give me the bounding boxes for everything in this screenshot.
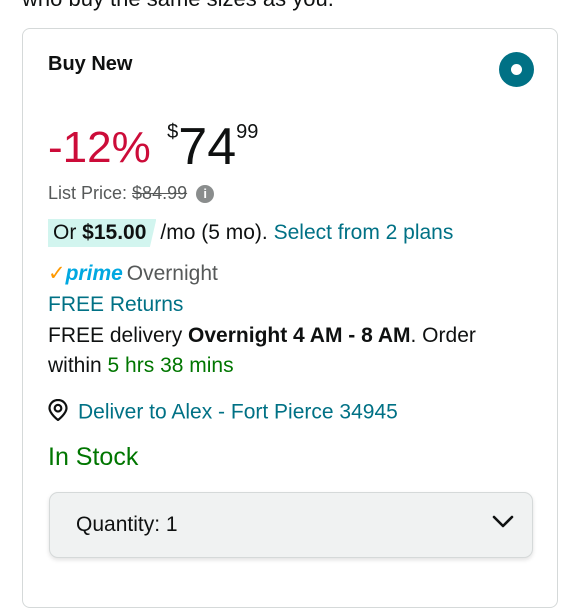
prime-badge-row: ✓prime Overnight <box>48 261 218 286</box>
offer-title: Buy New <box>48 53 133 75</box>
list-price-value: $84.99 <box>132 183 188 203</box>
monthly-payment-badge: Or $15.00 <box>48 219 157 247</box>
buy-new-offer-card[interactable]: Buy New -12% $7499 List Price: $84.99 i … <box>22 28 558 608</box>
prime-logo: ✓prime <box>48 262 123 285</box>
delivery-message: FREE delivery Overnight 4 AM - 8 AM. Ord… <box>48 321 528 381</box>
radio-selected-dot <box>511 64 522 75</box>
quantity-label-text: Quantity: <box>76 513 161 536</box>
payment-plan-row: Or $15.00/mo (5 mo). Select from 2 plans <box>48 219 453 247</box>
or-label: Or <box>53 221 77 244</box>
prime-check-icon: ✓ <box>48 262 66 285</box>
price-currency-symbol: $ <box>167 121 179 143</box>
previous-section-text: who buy the same sizes as you. <box>22 0 334 12</box>
delivery-prefix: FREE delivery <box>48 324 183 347</box>
offer-radio-button[interactable] <box>499 52 534 87</box>
deliver-to-link[interactable]: Deliver to Alex - Fort Pierce 34945 <box>48 398 398 427</box>
chevron-down-icon <box>492 515 514 534</box>
quantity-dropdown[interactable]: Quantity: 1 <box>49 492 533 558</box>
list-price: List Price: $84.99 i <box>48 183 215 204</box>
deliver-to-text: Deliver to Alex - Fort Pierce 34945 <box>78 400 398 424</box>
delivery-countdown: 5 hrs 38 mins <box>107 354 234 377</box>
monthly-amount: $15.00 <box>82 221 147 244</box>
plan-term: /mo (5 mo). <box>160 221 268 244</box>
price-fraction: 99 <box>236 121 259 143</box>
free-returns-link[interactable]: FREE Returns <box>48 293 183 317</box>
prime-service: Overnight <box>126 262 218 285</box>
current-price: $7499 <box>167 117 258 177</box>
location-pin-icon <box>48 398 68 427</box>
stock-status: In Stock <box>48 443 139 471</box>
price-row: -12% $7499 <box>48 117 258 177</box>
discount-percent: -12% <box>48 123 151 172</box>
quantity-label: Quantity: 1 <box>76 513 178 537</box>
prime-word: prime <box>65 262 123 285</box>
select-plans-link[interactable]: Select from 2 plans <box>274 221 454 244</box>
price-whole: 74 <box>178 118 237 176</box>
list-price-label: List Price: <box>48 183 128 203</box>
delivery-window: Overnight 4 AM - 8 AM <box>188 324 411 347</box>
info-icon[interactable]: i <box>196 185 215 204</box>
quantity-value: 1 <box>165 513 178 536</box>
